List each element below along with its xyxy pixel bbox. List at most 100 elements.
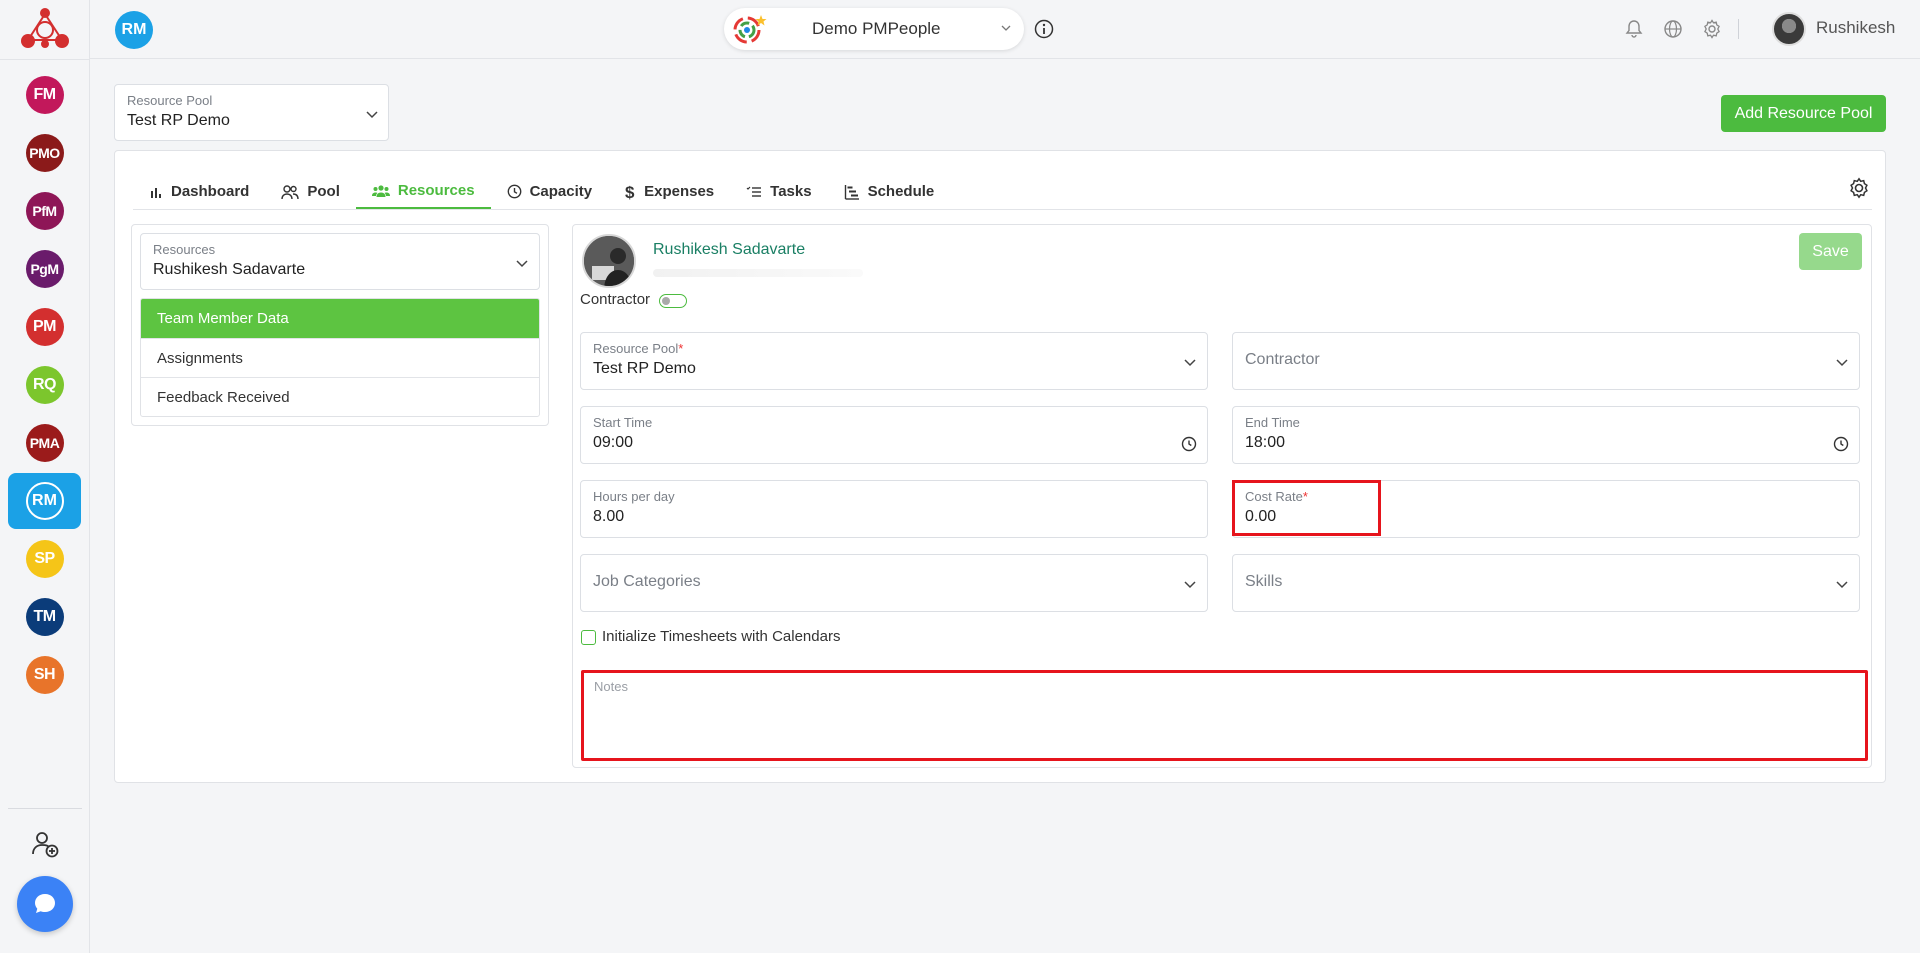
tab-capacity[interactable]: Capacity (491, 174, 609, 209)
rail-item-pgm[interactable]: PgM (8, 241, 81, 297)
app-logo-icon[interactable] (18, 4, 72, 54)
rail-item-rq[interactable]: RQ (8, 357, 81, 413)
rail-item-sp[interactable]: SP (8, 531, 81, 587)
menu-item-assignments[interactable]: Assignments (141, 338, 539, 377)
save-button[interactable]: Save (1799, 233, 1862, 270)
profile-name-link[interactable]: Rushikesh Sadavarte (653, 241, 805, 259)
tab-tasks[interactable]: Tasks (730, 174, 827, 209)
resource-pool-field-label: Resource Pool* (593, 341, 683, 356)
module-sp-icon: SP (25, 540, 64, 578)
init-timesheets-checkbox[interactable] (581, 630, 596, 645)
tab-bar: Dashboard Pool Resources Capacity $ Expe… (133, 174, 950, 209)
project-selector[interactable]: Demo PMPeople (724, 8, 1024, 50)
module-sh-icon: SH (25, 656, 64, 694)
tab-label: Capacity (529, 183, 593, 200)
clock-icon (507, 184, 521, 199)
rail-item-sh[interactable]: SH (8, 647, 81, 703)
rail-item-pfm[interactable]: PfM (8, 183, 81, 239)
team-member-form: Rushikesh Sadavarte Save Contractor Reso… (572, 224, 1872, 768)
contractor-select[interactable]: Contractor (1232, 332, 1860, 390)
top-bar: RM Demo PMPeople Rushikesh (90, 0, 1920, 59)
tasks-icon (746, 186, 762, 197)
resource-select[interactable]: Resources Rushikesh Sadavarte (140, 233, 540, 290)
module-pfm-icon: PfM (25, 192, 64, 230)
rail-item-pm[interactable]: PM (8, 299, 81, 355)
settings-gear-icon[interactable] (1702, 19, 1722, 39)
rail-item-fm[interactable]: FM (8, 67, 81, 123)
bell-icon[interactable] (1624, 19, 1644, 39)
rail-item-pmo[interactable]: PMO (8, 125, 81, 181)
app-root: FM PMO PfM PgM PM RQ PMA RM SP TM SH RM … (0, 0, 1920, 953)
globe-icon[interactable] (1663, 19, 1683, 39)
job-categories-select[interactable]: Job Categories (580, 554, 1208, 612)
menu-item-feedback-received[interactable]: Feedback Received (141, 377, 539, 416)
card-settings-gear-icon[interactable] (1848, 177, 1870, 199)
start-time-value: 09:00 (593, 434, 634, 451)
skills-placeholder: Skills (1245, 573, 1283, 590)
tab-label: Dashboard (171, 183, 250, 200)
user-name[interactable]: Rushikesh (1816, 18, 1895, 38)
skills-select[interactable]: Skills (1232, 554, 1860, 612)
topbar-separator (1738, 19, 1739, 39)
user-avatar[interactable] (1772, 12, 1806, 46)
main-card: Dashboard Pool Resources Capacity $ Expe… (114, 150, 1886, 783)
profile-avatar (582, 234, 636, 288)
module-fm-icon: FM (25, 76, 64, 114)
cost-rate-highlight (1232, 480, 1381, 536)
module-pm-icon: PM (25, 308, 64, 346)
tab-label: Expenses (644, 183, 715, 200)
chevron-down-icon (1184, 359, 1196, 367)
contractor-toggle[interactable] (659, 294, 687, 308)
tab-resources[interactable]: Resources (355, 174, 491, 209)
tab-dashboard[interactable]: Dashboard (133, 174, 265, 209)
clock-icon[interactable] (1833, 436, 1849, 452)
dollar-icon: $ (625, 183, 635, 200)
hours-per-day-field[interactable]: Hours per day 8.00 (580, 480, 1208, 538)
hours-per-day-label: Hours per day (593, 489, 675, 504)
rail-bottom-divider (8, 808, 82, 809)
module-rm-icon: RM (25, 482, 64, 520)
end-time-field[interactable]: End Time 18:00 (1232, 406, 1860, 464)
resource-select-value: Rushikesh Sadavarte (153, 261, 306, 278)
resource-select-label: Resources (153, 242, 216, 257)
contractor-placeholder: Contractor (1245, 351, 1320, 368)
rail-item-tm[interactable]: TM (8, 589, 81, 645)
tab-pool[interactable]: Pool (265, 174, 356, 209)
rail-divider (0, 59, 90, 60)
tab-schedule[interactable]: Schedule (828, 174, 951, 209)
module-pma-icon: PMA (25, 424, 64, 462)
add-resource-pool-button[interactable]: Add Resource Pool (1721, 95, 1886, 132)
module-rq-icon: RQ (25, 366, 64, 404)
bar-chart-icon (151, 187, 161, 198)
tab-expenses[interactable]: $ Expenses (608, 174, 730, 209)
module-pmo-icon: PMO (25, 134, 64, 172)
rail-item-rm[interactable]: RM (8, 473, 81, 529)
module-tm-icon: TM (25, 598, 64, 636)
notes-label: Notes (594, 679, 628, 694)
chevron-down-icon (1184, 581, 1196, 589)
resource-pool-field-value: Test RP Demo (593, 360, 696, 377)
job-categories-placeholder: Job Categories (593, 573, 701, 590)
module-pgm-icon: PgM (25, 250, 64, 288)
hours-per-day-value: 8.00 (593, 508, 625, 525)
required-marker: * (678, 341, 684, 356)
profile-subtitle-placeholder (653, 269, 863, 277)
clock-icon[interactable] (1181, 436, 1197, 452)
resource-pool-select-label: Resource Pool (127, 93, 213, 108)
chevron-down-icon (1001, 25, 1011, 31)
end-time-label: End Time (1245, 415, 1300, 430)
tab-label: Resources (397, 182, 475, 199)
menu-item-team-member-data[interactable]: Team Member Data (141, 299, 539, 338)
resource-pool-field-label-text: Resource Pool (593, 341, 679, 356)
tab-label: Pool (307, 183, 340, 200)
info-icon[interactable] (1034, 19, 1054, 39)
start-time-field[interactable]: Start Time 09:00 (580, 406, 1208, 464)
tabs-divider (133, 209, 1872, 210)
notes-textarea[interactable]: Notes (581, 670, 1868, 761)
resource-pool-field[interactable]: Resource Pool* Test RP Demo (580, 332, 1208, 390)
people-icon (281, 184, 300, 199)
chat-button[interactable] (17, 876, 73, 932)
rail-item-pma[interactable]: PMA (8, 415, 81, 471)
add-user-icon[interactable] (30, 829, 60, 859)
resource-pool-select[interactable]: Resource Pool Test RP Demo (114, 84, 389, 141)
